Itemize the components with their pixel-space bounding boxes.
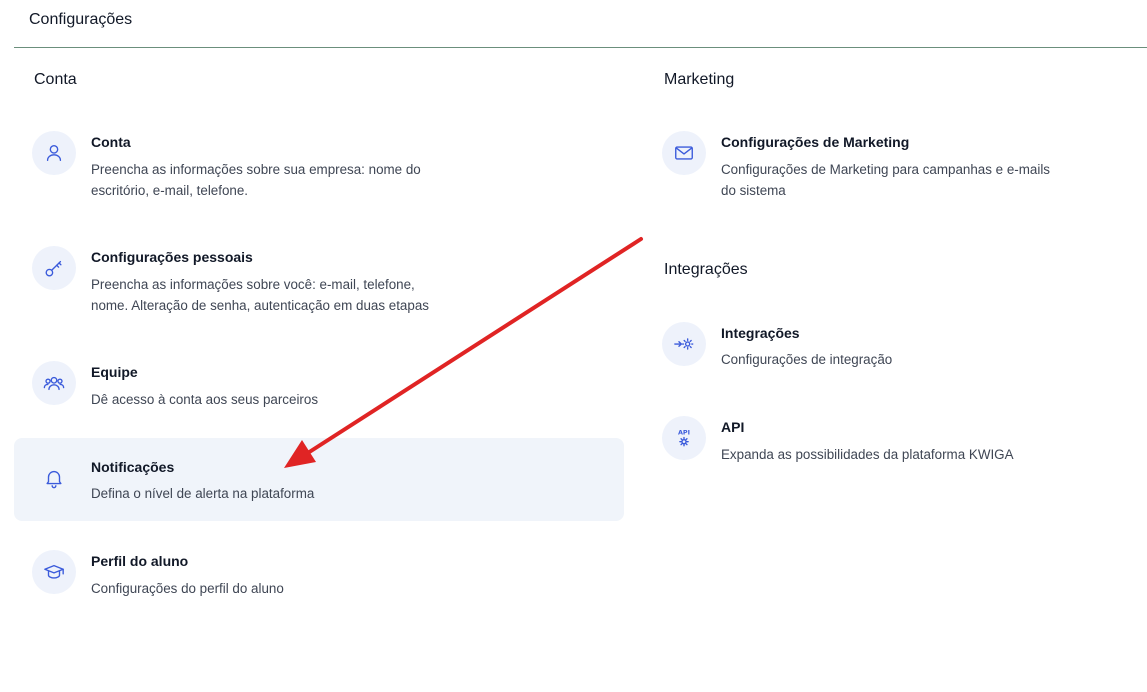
item-title: API <box>721 419 745 435</box>
item-title: Configurações de Marketing <box>721 134 910 150</box>
item-description: Defina o nível de alerta na plataforma <box>91 483 531 504</box>
settings-page: Configurações Conta Conta Preencha as in… <box>0 0 1147 692</box>
item-title: Perfil do aluno <box>91 553 189 569</box>
item-description: Configurações de Marketing para campanha… <box>721 159 1121 201</box>
mail-icon <box>662 131 706 175</box>
desc-line: Defina o nível de alerta na plataforma <box>91 486 315 501</box>
desc-line: Configurações do perfil do aluno <box>91 581 284 596</box>
settings-item-conta[interactable]: Conta Preencha as informações sobre sua … <box>14 120 624 216</box>
item-description: Configurações de integração <box>721 349 1121 370</box>
desc-line: escritório, e-mail, telefone. <box>91 183 249 198</box>
desc-line: do sistema <box>721 183 786 198</box>
item-description: Dê acesso à conta aos seus parceiros <box>91 389 531 410</box>
svg-text:API: API <box>678 428 690 436</box>
item-title: Configurações pessoais <box>91 249 253 265</box>
desc-line: Expanda as possibilidades da plataforma … <box>721 447 1014 462</box>
item-description: Expanda as possibilidades da plataforma … <box>721 444 1121 465</box>
key-icon <box>32 246 76 290</box>
header-divider <box>14 47 1147 48</box>
settings-item-integracoes[interactable]: Integrações Configurações de integração <box>644 311 1124 383</box>
desc-line: Configurações de Marketing para campanha… <box>721 162 1050 177</box>
settings-item-perfil-do-aluno[interactable]: Perfil do aluno Configurações do perfil … <box>14 539 624 611</box>
item-description: Preencha as informações sobre sua empres… <box>91 159 531 201</box>
graduation-cap-icon <box>32 550 76 594</box>
api-gear-icon: API <box>662 416 706 460</box>
team-icon <box>32 361 76 405</box>
settings-item-configuracoes-de-marketing[interactable]: Configurações de Marketing Configurações… <box>644 120 1124 216</box>
desc-line: Configurações de integração <box>721 352 893 367</box>
desc-line: Preencha as informações sobre sua empres… <box>91 162 421 177</box>
section-heading-marketing: Marketing <box>664 71 735 88</box>
section-heading-conta: Conta <box>34 71 77 88</box>
user-icon <box>32 131 76 175</box>
item-title: Notificações <box>91 459 175 475</box>
settings-item-configuracoes-pessoais[interactable]: Configurações pessoais Preencha as infor… <box>14 235 624 331</box>
item-title: Equipe <box>91 364 138 380</box>
section-heading-integracoes: Integrações <box>664 261 748 278</box>
desc-line: nome. Alteração de senha, autenticação e… <box>91 298 429 313</box>
desc-line: Preencha as informações sobre você: e-ma… <box>91 277 415 292</box>
settings-item-equipe[interactable]: Equipe Dê acesso à conta aos seus parcei… <box>14 350 624 422</box>
page-title: Configurações <box>29 11 133 28</box>
desc-line: Dê acesso à conta aos seus parceiros <box>91 392 319 407</box>
item-description: Preencha as informações sobre você: e-ma… <box>91 274 531 316</box>
bell-icon <box>32 456 76 500</box>
integration-gear-icon <box>662 322 706 366</box>
settings-item-api[interactable]: API API Expanda as possibilidades da pla… <box>644 405 1124 477</box>
settings-item-notificacoes[interactable]: Notificações Defina o nível de alerta na… <box>14 438 624 521</box>
item-title: Integrações <box>721 325 800 341</box>
item-description: Configurações do perfil do aluno <box>91 578 531 599</box>
item-title: Conta <box>91 134 131 150</box>
